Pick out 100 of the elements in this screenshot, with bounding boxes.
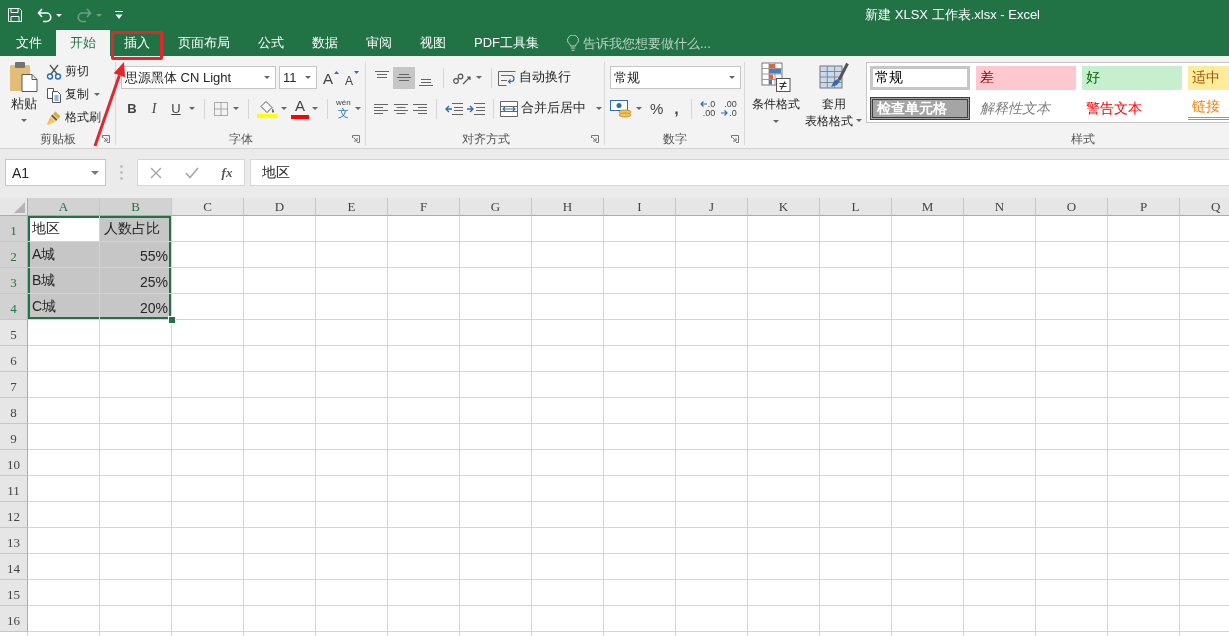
row-header[interactable]: 7 [0,372,28,398]
percent-style-button[interactable]: % [645,97,669,120]
number-format-box[interactable]: 常规 [610,66,741,89]
ribbon-tab[interactable]: 审阅 [352,30,406,56]
row-header[interactable]: 1 [0,216,28,242]
caret-icon[interactable] [476,76,482,79]
cell-style-item[interactable]: 差 [976,66,1076,90]
ribbon-tab[interactable]: 视图 [406,30,460,56]
copy-button[interactable]: 复制 [46,84,89,105]
column-header[interactable]: K [748,198,820,216]
ribbon-tab[interactable]: 数据 [298,30,352,56]
sheet-cell[interactable]: 25% [100,268,172,294]
column-header[interactable]: D [244,198,316,216]
caret-icon[interactable] [773,120,779,123]
caret-icon[interactable] [189,107,195,110]
row-header[interactable]: 14 [0,554,28,580]
increase-decimal-button[interactable]: .0 .00 [697,99,718,118]
checkmark-icon[interactable] [184,166,199,179]
bold-button[interactable]: B [121,97,143,120]
phonetic-guide-button[interactable]: wén 文 [334,98,353,119]
decrease-font-size-button[interactable]: A [345,66,360,89]
italic-button[interactable]: I [143,97,165,120]
row-header[interactable]: 5 [0,320,28,346]
ribbon-tab[interactable]: 页面布局 [164,30,244,56]
formula-field[interactable]: 地区 [250,159,1229,186]
cut-button[interactable]: 剪切 [46,61,89,82]
dialog-launcher-icon[interactable] [731,135,739,143]
column-header[interactable]: M [892,198,964,216]
column-header[interactable]: Q [1180,198,1229,216]
row-header[interactable]: 16 [0,606,28,632]
ribbon-tab[interactable]: 开始 [56,30,110,56]
insert-function-button[interactable]: fx [221,164,233,181]
sheet-cell[interactable]: 55% [100,242,172,268]
ribbon-tab[interactable]: 文件 [2,30,56,56]
column-header[interactable]: I [604,198,676,216]
column-header[interactable]: P [1108,198,1180,216]
sheet-cell[interactable]: A城 [28,242,100,268]
caret-icon[interactable] [305,76,311,79]
row-header[interactable]: 8 [0,398,28,424]
caret-icon[interactable] [281,107,287,110]
ribbon-tab[interactable]: PDF工具集 [460,30,553,56]
column-header[interactable]: B [100,198,172,216]
caret-icon[interactable] [56,13,62,17]
cell-style-item[interactable]: 解释性文本 [976,97,1076,120]
caret-icon[interactable] [233,107,239,110]
column-header[interactable]: N [964,198,1036,216]
sheet-cell[interactable]: 地区 [28,216,100,242]
column-header[interactable]: O [1036,198,1108,216]
name-box[interactable]: A1 [5,159,106,186]
sheet-cell[interactable]: C城 [28,294,100,320]
ribbon-tab[interactable]: 公式 [244,30,298,56]
caret-icon[interactable] [21,119,27,122]
cell-style-item[interactable]: 警告文本 [1082,97,1182,120]
conditional-formatting-button[interactable]: 条件格式 [750,62,802,130]
caret-icon[interactable] [729,76,735,79]
caret-icon[interactable] [856,118,862,122]
format-as-table-button[interactable]: 套用 表格格式 [805,62,862,130]
column-header[interactable]: F [388,198,460,216]
accounting-format-button[interactable] [610,97,634,120]
align-middle-button[interactable] [393,66,415,89]
undo-icon[interactable] [37,7,52,23]
column-header[interactable]: H [532,198,604,216]
decrease-decimal-button[interactable]: .00 .0 [719,99,739,118]
column-header[interactable]: G [460,198,532,216]
row-header[interactable]: 4 [0,294,28,320]
dialog-launcher-icon[interactable] [102,135,110,143]
row-header[interactable]: 13 [0,528,28,554]
column-header[interactable]: L [820,198,892,216]
column-header[interactable]: J [676,198,748,216]
sheet-cell[interactable]: 20% [100,294,172,320]
save-icon[interactable] [8,8,22,22]
caret-icon[interactable] [596,107,602,110]
ribbon-tab[interactable]: 插入 [110,30,164,56]
cell-style-item[interactable]: 常规 [870,66,970,90]
caret-icon[interactable] [94,93,100,96]
column-header[interactable]: A [28,198,100,216]
row-header[interactable]: 11 [0,476,28,502]
row-header[interactable]: 9 [0,424,28,450]
row-header[interactable]: 15 [0,580,28,606]
fill-handle[interactable] [168,316,176,324]
increase-font-size-button[interactable]: A [323,66,339,89]
customize-menu-icon[interactable] [115,10,123,20]
font-size-box[interactable]: 11 [279,66,317,89]
font-name-box[interactable]: 思源黑体 CN Light [121,66,276,89]
format-painter-button[interactable]: 格式刷 [46,107,101,128]
row-header[interactable]: 3 [0,268,28,294]
comma-style-button[interactable]: , [668,97,685,120]
wrap-text-button[interactable]: 自动换行 [498,66,571,89]
column-header[interactable]: E [316,198,388,216]
caret-icon[interactable] [264,76,270,79]
dialog-launcher-icon[interactable] [591,135,599,143]
underline-button[interactable]: U [165,97,187,120]
cell-style-item[interactable]: 好 [1082,66,1182,90]
caret-icon[interactable] [636,107,642,110]
sheet-cell[interactable]: 人数占比 [100,216,172,242]
cell-style-item[interactable]: 适中 [1188,66,1229,90]
row-header[interactable]: 6 [0,346,28,372]
caret-icon[interactable] [91,170,99,175]
paste-button[interactable]: 粘贴 [5,59,43,130]
tell-me-field[interactable]: 告诉我您想要做什么... [583,35,723,51]
